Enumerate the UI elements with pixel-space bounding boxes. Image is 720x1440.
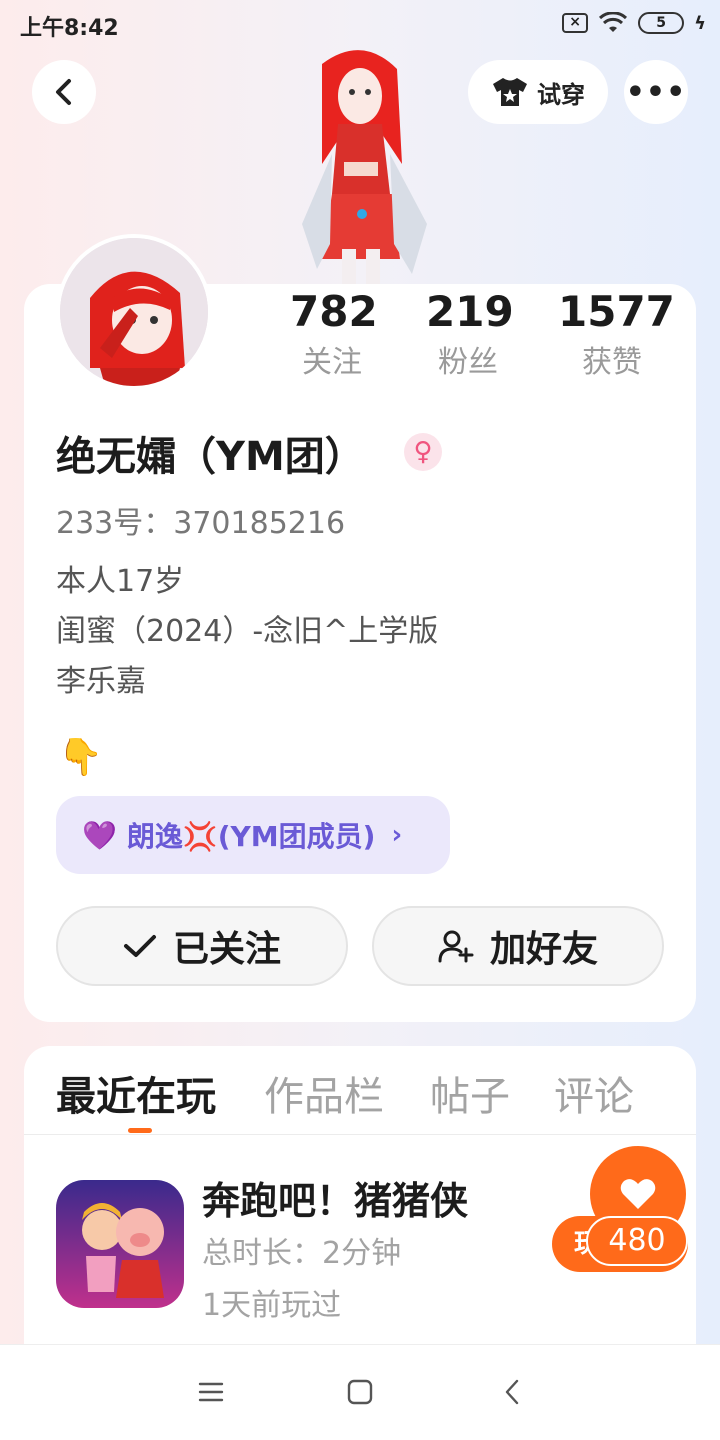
stat-fans-value: 219 [426,287,514,336]
try-on-label: 试穿 [537,80,585,109]
status-icons: × 5 ϟ [562,12,706,34]
user-id: 233号：370185216 [56,506,346,541]
stat-following[interactable]: 782 关注 [290,287,378,380]
bio-line: 李乐嘉 [56,664,146,699]
followed-label: 已关注 [172,929,281,970]
followed-button[interactable]: 已关注 [56,906,348,986]
cp-relation-label: 朗逸💢(YM团成员) [126,820,376,853]
stat-likes-label: 获赞 [582,345,642,380]
pointing-down-emoji: 👇 [58,737,103,778]
nickname: 绝无孀（YM团） [56,434,365,480]
heart-icon [620,1179,656,1209]
menu-button[interactable] [191,1372,231,1412]
game-duration: 总时长：2分钟 [202,1236,402,1271]
menu-icon [198,1382,224,1402]
stat-fans[interactable]: 219 粉丝 [426,287,514,380]
charging-icon: ϟ [694,12,706,34]
add-friend-label: 加好友 [489,929,598,970]
character-figure [302,50,427,287]
purple-heart-icon: 💜 [82,818,117,852]
try-on-button[interactable]: 试穿 [468,60,608,124]
stat-likes-value: 1577 [558,287,675,336]
battery-icon: 5 [638,12,685,34]
cp-relation-tag[interactable]: 💜 朗逸💢(YM团成员) › [56,796,450,874]
chevron-right-icon: › [391,820,403,850]
back-arrow-icon [56,79,71,105]
home-square-icon [347,1379,373,1405]
no-sim-icon: × [562,13,589,33]
game-cover-image [56,1180,184,1308]
status-bar: 上午8:42 × 5 ϟ [0,0,720,50]
like-count: 480 [586,1216,688,1266]
tab-indicator [128,1128,152,1133]
avatar[interactable] [56,234,212,390]
wifi-icon [599,12,628,32]
game-title: 奔跑吧！猪猪侠 [202,1179,469,1223]
nav-back-icon [505,1379,519,1405]
game-icon[interactable] [56,1180,184,1308]
gender-female-icon: ♀ [404,433,442,471]
avatar-image [60,238,208,386]
stat-likes[interactable]: 1577 获赞 [558,287,675,380]
tab-works[interactable]: 作品栏 [264,1064,384,1122]
tab-comments[interactable]: 评论 [554,1064,634,1122]
back-button[interactable] [32,60,96,124]
more-icon: ••• [625,74,687,110]
tab-posts[interactable]: 帖子 [430,1064,510,1122]
bio-line: 闺蜜（2024）-念旧^上学版 [56,614,439,649]
add-user-icon [438,930,474,963]
stat-fans-label: 粉丝 [438,345,498,380]
tab-recently-played[interactable]: 最近在玩 [56,1064,216,1122]
status-time: 上午8:42 [20,16,119,41]
stat-following-label: 关注 [302,345,362,380]
bio-line: 本人17岁 [56,564,185,599]
tab-divider [24,1134,696,1135]
checkmark-icon [123,935,156,957]
home-button[interactable] [340,1372,380,1412]
tshirt-icon [493,78,527,106]
more-button[interactable]: ••• [624,60,688,124]
system-back-button[interactable] [492,1372,532,1412]
stat-following-value: 782 [290,287,378,336]
add-friend-button[interactable]: 加好友 [372,906,664,986]
game-last-played: 1天前玩过 [202,1288,342,1323]
